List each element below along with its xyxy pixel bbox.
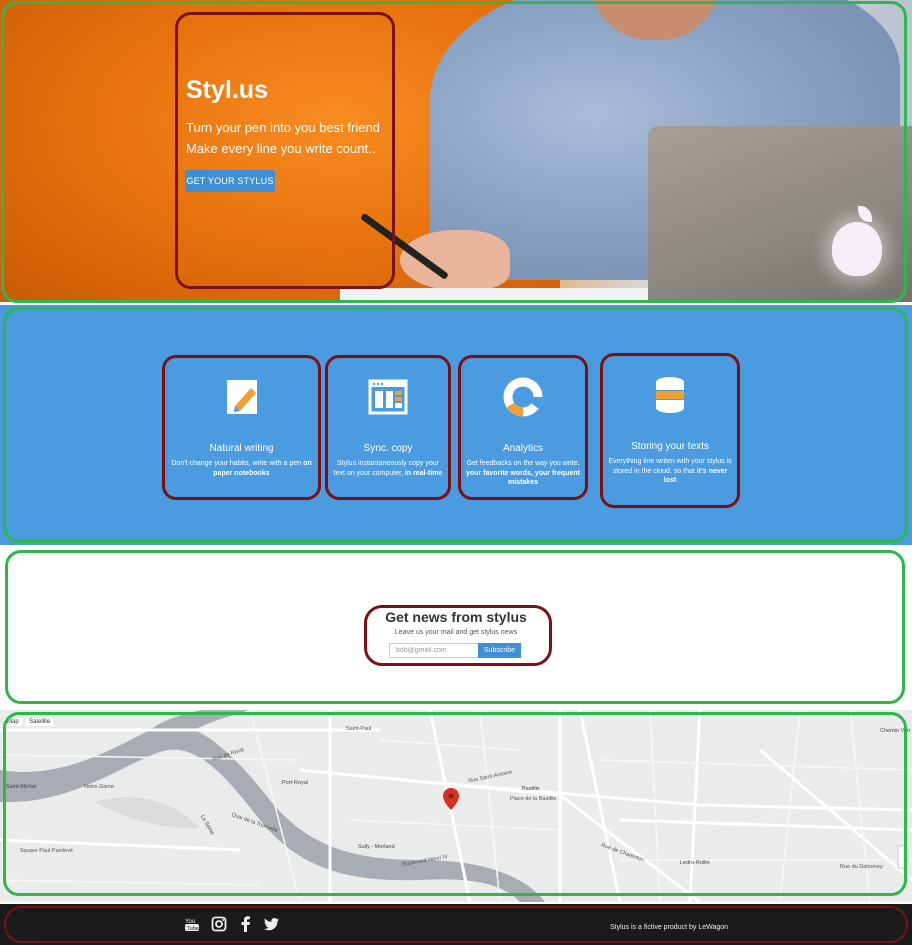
feature-description: Everything line writen with your stylus … <box>603 457 737 486</box>
map-canvas[interactable] <box>0 710 912 902</box>
feature-description-text: Don't change your habits, write with a p… <box>171 460 304 467</box>
feature-description: Don't change your habits, write with a p… <box>165 459 318 478</box>
twitter-icon[interactable] <box>264 916 280 932</box>
newsletter-subtitle: Leave us your mail and get stylus news <box>394 629 518 636</box>
feature-description-bold: your favorite words, your frequent mista… <box>466 469 580 487</box>
newsletter-title: Get news from stylus <box>385 609 527 625</box>
feature-analytics: Analytics Get feedbacks on the way you w… <box>458 355 588 500</box>
hero-laptop <box>648 126 912 302</box>
footer: You Tube Stylus is a fictive product by … <box>0 904 912 945</box>
get-your-stylus-button[interactable]: GET YOUR STYLUS <box>185 170 275 192</box>
feature-storing-texts: Storing your texts Everything line write… <box>600 353 740 508</box>
instagram-icon[interactable] <box>211 916 227 932</box>
email-field[interactable] <box>389 643 479 658</box>
newsletter-section: Get news from stylus Leave us your mail … <box>0 545 912 707</box>
footer-frame <box>4 906 908 943</box>
youtube-icon[interactable]: You Tube <box>184 916 200 932</box>
database-icon <box>656 377 684 413</box>
footer-credit: Stylus is a fictive product by LeWagon <box>610 924 729 931</box>
subscribe-button[interactable]: Subscribe <box>478 643 521 658</box>
map-label: Sully - Morland <box>358 844 395 850</box>
map-type-map-button[interactable]: Map <box>4 718 22 726</box>
map-label: Ledru-Rollin <box>680 860 710 866</box>
map-label: Rue du Dahomey <box>840 864 883 870</box>
svg-text:Tube: Tube <box>187 926 199 932</box>
map-type-satellite-button[interactable]: Satellite <box>26 718 54 726</box>
features-section: Natural writing Don't change your habits… <box>0 305 912 545</box>
map-label: Place de la Bastille <box>510 796 557 802</box>
feature-description: Stylus instantaneously copy your text on… <box>328 459 448 478</box>
map-label: Saint-Michel <box>6 784 37 790</box>
window-layout-icon <box>368 379 408 415</box>
feature-title: Natural writing <box>209 443 274 454</box>
donut-chart-icon <box>503 377 543 417</box>
map-label: Square Paul Painlevé <box>20 848 73 854</box>
map-section[interactable]: Map Satellite Saint-Paul Rue Saint-Antoi… <box>0 710 912 902</box>
map-label: Notre-Dame <box>84 784 114 790</box>
feature-title: Storing your texts <box>631 441 709 452</box>
map-label: Bastille <box>522 786 540 792</box>
feature-description-bold: in real-time <box>404 469 443 477</box>
feature-description: Get feedbacks on the way you write, your… <box>461 459 585 488</box>
hero-tagline-2: Make every line you write count.. <box>186 141 376 156</box>
pencil-icon <box>226 380 257 414</box>
hero-title: Styl.us <box>186 76 268 104</box>
feature-natural-writing: Natural writing Don't change your habits… <box>162 355 321 500</box>
map-label: Chemin Vert <box>880 728 911 734</box>
feature-sync-copy: Sync. copy Stylus instantaneously copy y… <box>325 355 451 500</box>
feature-title: Analytics <box>502 443 543 454</box>
hero-tagline-1: Turn your pen into you best friend <box>186 120 380 135</box>
map-label: Saint-Paul <box>346 726 372 732</box>
facebook-icon[interactable] <box>238 916 254 932</box>
hero-section: Styl.us Turn your pen into you best frie… <box>0 0 912 302</box>
feature-description-text: Get feedbacks on the way you write, <box>466 460 580 467</box>
feature-title: Sync. copy <box>363 443 413 454</box>
apple-logo-icon <box>832 222 882 276</box>
map-label: Port-Royal <box>282 780 308 786</box>
